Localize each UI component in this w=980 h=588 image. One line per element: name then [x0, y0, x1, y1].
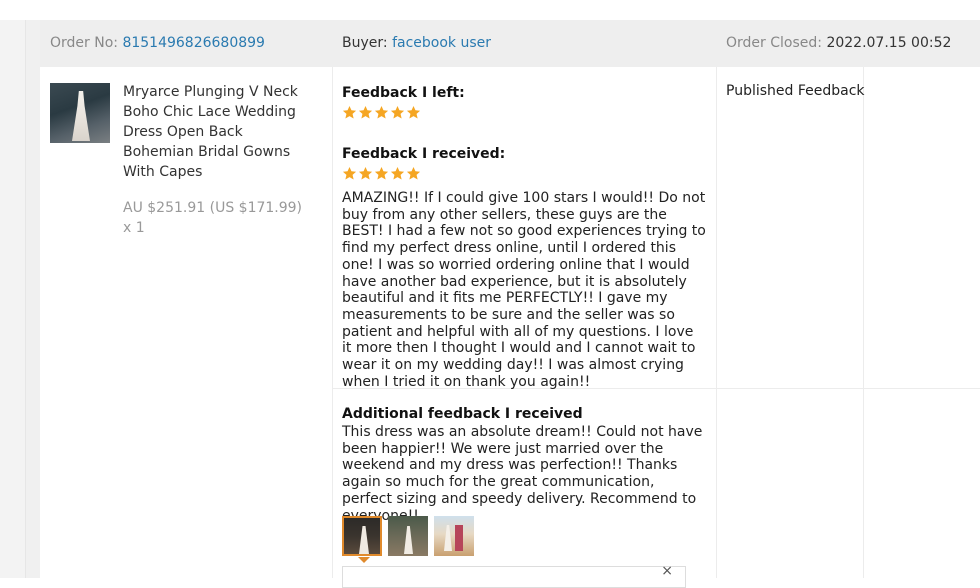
- order-number: Order No: 8151496826680899: [50, 20, 265, 67]
- top-bar: [0, 0, 980, 20]
- order-no-link[interactable]: 8151496826680899: [122, 35, 265, 51]
- order-no-label: Order No:: [50, 35, 118, 51]
- star-icon: [358, 105, 373, 119]
- order-header: Order No: 8151496826680899 Buyer: facebo…: [40, 20, 980, 67]
- column-divider: [716, 67, 717, 578]
- star-icon: [374, 105, 389, 119]
- additional-feedback: Additional feedback I received This dres…: [342, 404, 710, 524]
- feedback-received-text: AMAZING!! If I could give 100 stars I wo…: [342, 190, 706, 390]
- feedback-photo-thumbnail[interactable]: [388, 516, 428, 556]
- photo-preview-panel: ×: [342, 564, 686, 588]
- star-icon: [390, 105, 405, 119]
- product-image[interactable]: [50, 83, 110, 143]
- star-icon: [342, 166, 357, 180]
- buyer-label: Buyer:: [342, 35, 388, 51]
- feedback-received-stars: [342, 166, 710, 181]
- feedback-left: Feedback I left:: [342, 83, 710, 120]
- star-icon: [374, 166, 389, 180]
- star-icon: [358, 166, 373, 180]
- buyer: Buyer: facebook user: [342, 20, 491, 67]
- buyer-link[interactable]: facebook user: [392, 35, 491, 51]
- dress-figure: [72, 91, 90, 141]
- star-icon: [390, 166, 405, 180]
- feedback-photo-thumbnail[interactable]: [434, 516, 474, 556]
- product-price: AU $251.91 (US $171.99) x 1: [123, 200, 303, 236]
- column-divider: [863, 67, 864, 578]
- column-divider: [332, 67, 333, 578]
- star-icon: [406, 166, 421, 180]
- star-icon: [406, 105, 421, 119]
- feedback-photo-thumbnail[interactable]: [342, 516, 382, 556]
- gutter-edge: [0, 20, 26, 578]
- close-icon[interactable]: ×: [661, 564, 673, 578]
- feedback-left-stars: [342, 105, 710, 120]
- feedback-photos: [342, 516, 474, 556]
- star-icon: [342, 105, 357, 119]
- feedback-left-heading: Feedback I left:: [342, 85, 465, 101]
- order-closed-label: Order Closed:: [726, 35, 822, 51]
- additional-feedback-heading: Additional feedback I received: [342, 406, 583, 422]
- left-gutter: [0, 20, 40, 578]
- additional-feedback-text: This dress was an absolute dream!! Could…: [342, 424, 703, 524]
- feedback-status: Published Feedback: [726, 83, 865, 99]
- order-closed: Order Closed: 2022.07.15 00:52: [726, 20, 951, 67]
- active-photo-caret: [358, 557, 370, 563]
- product-title[interactable]: Mryarce Plunging V Neck Boho Chic Lace W…: [123, 82, 303, 182]
- feedback-received: Feedback I received: AMAZING!! If I coul…: [342, 144, 710, 390]
- feedback-received-heading: Feedback I received:: [342, 146, 506, 162]
- order-closed-time: 2022.07.15 00:52: [826, 35, 952, 51]
